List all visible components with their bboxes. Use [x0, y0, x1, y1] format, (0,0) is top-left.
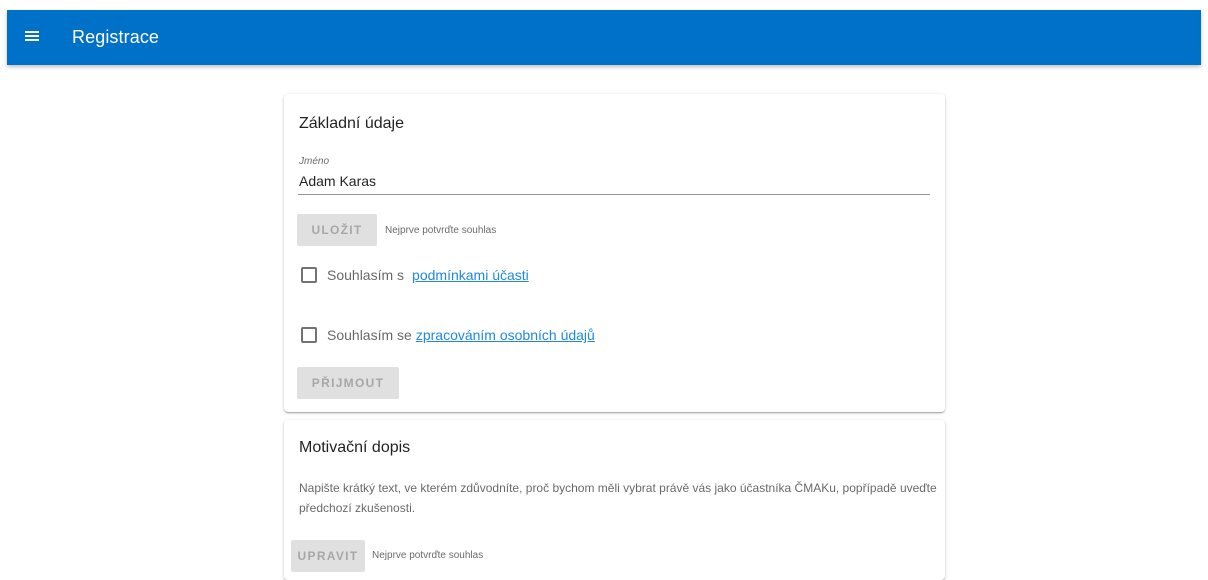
terms-link[interactable]: podmínkami účasti — [412, 267, 529, 283]
app-title: Registrace — [72, 27, 160, 47]
accept-button[interactable]: PŘIJMOUT — [297, 367, 399, 399]
privacy-link[interactable]: zpracováním osobních údajů — [416, 327, 595, 343]
privacy-consent-row: Souhlasím se zpracováním osobních údajů — [301, 327, 595, 343]
edit-hint: Nejprve potvrďte souhlas — [372, 550, 484, 561]
privacy-consent-label: Souhlasím se — [327, 327, 412, 343]
motivation-description: Napište krátký text, ve kterém zdůvodnít… — [299, 481, 937, 515]
basic-info-title: Základní údaje — [299, 115, 404, 132]
privacy-consent-checkbox[interactable] — [301, 327, 317, 343]
basic-info-card: Základní údaje Jméno ULOŽIT Nejprve potv… — [284, 94, 945, 412]
name-field-label: Jméno — [299, 156, 330, 167]
motivation-card: Motivační dopis Napište krátký text, ve … — [284, 420, 945, 580]
app-bar: Registrace — [7, 10, 1201, 65]
terms-consent-row: Souhlasím s podmínkami účasti — [301, 267, 529, 283]
menu-icon[interactable] — [25, 30, 39, 42]
edit-button[interactable]: UPRAVIT — [291, 540, 365, 572]
terms-consent-checkbox[interactable] — [301, 267, 317, 283]
name-field[interactable] — [298, 170, 930, 195]
save-button[interactable]: ULOŽIT — [297, 214, 377, 246]
terms-consent-label: Souhlasím s — [327, 267, 405, 283]
motivation-title: Motivační dopis — [299, 439, 411, 456]
save-hint: Nejprve potvrďte souhlas — [385, 225, 497, 236]
